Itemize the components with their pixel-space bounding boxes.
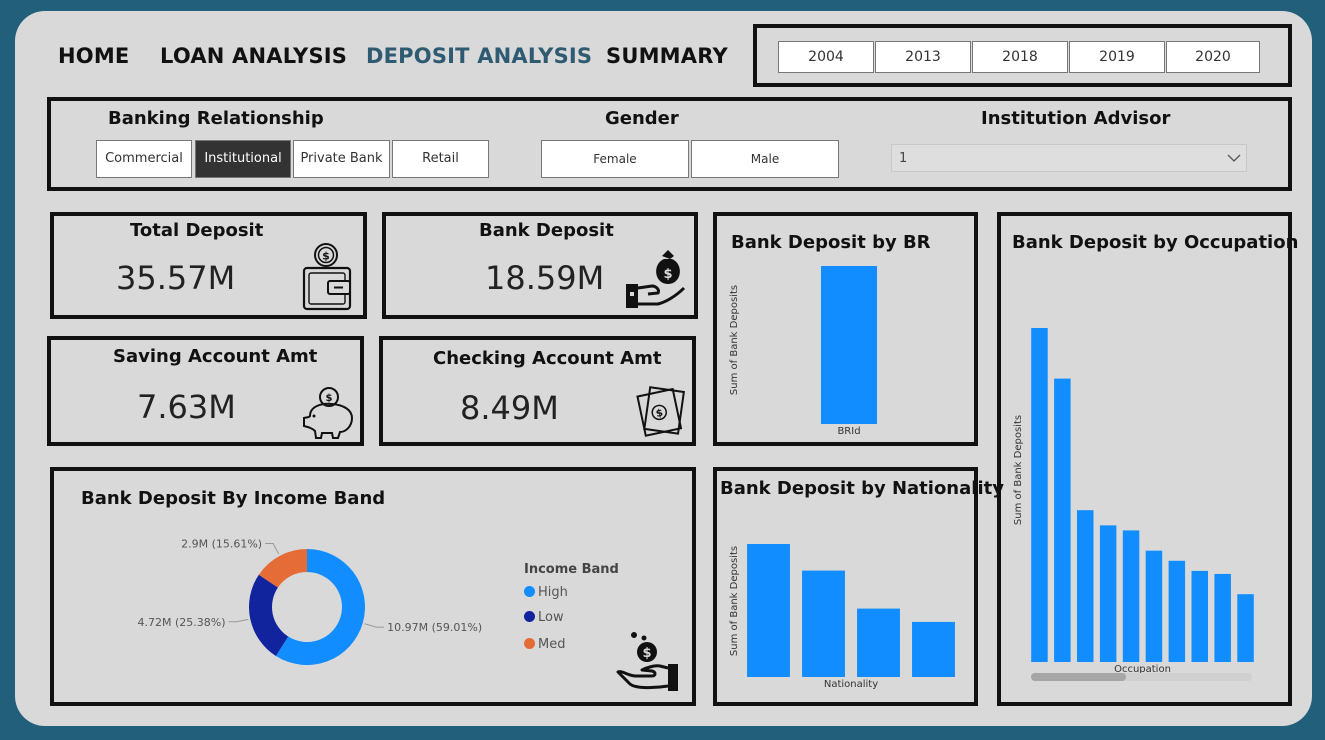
income-band-chart-title: Bank Deposit By Income Band bbox=[81, 488, 386, 509]
svg-text:$: $ bbox=[322, 250, 330, 263]
nav-home[interactable]: HOME bbox=[58, 44, 129, 68]
bar[interactable] bbox=[1145, 550, 1163, 662]
nav-deposit-analysis[interactable]: DEPOSIT ANALYSIS bbox=[366, 44, 592, 68]
income-band-donut: 10.97M (59.01%) 4.72M (25.38%) 2.9M (15.61… bbox=[138, 537, 482, 665]
kpi-bank-deposit-title: Bank Deposit bbox=[479, 220, 614, 241]
institution-advisor-title: Institution Advisor bbox=[981, 108, 1171, 129]
nav-loan-analysis[interactable]: LOAN ANALYSIS bbox=[160, 44, 347, 68]
chip-institutional[interactable]: Institutional bbox=[195, 140, 291, 178]
bar[interactable] bbox=[857, 608, 900, 677]
advisor-dropdown-value: 1 bbox=[899, 151, 908, 166]
legend-label-high: High bbox=[538, 585, 568, 600]
leader-line bbox=[265, 542, 280, 555]
br-chart-title: Bank Deposit by BR bbox=[731, 232, 931, 253]
bar[interactable] bbox=[1168, 560, 1186, 662]
cash-bills-icon: $ bbox=[636, 386, 685, 437]
year-button-2013[interactable]: 2013 bbox=[875, 41, 971, 73]
legend-item-high[interactable]: High bbox=[524, 585, 568, 600]
chevron-down-icon bbox=[1227, 154, 1241, 162]
bar[interactable] bbox=[747, 544, 790, 677]
chip-commercial[interactable]: Commercial bbox=[96, 140, 192, 178]
income-band-legend-title: Income Band bbox=[524, 562, 619, 577]
donut-label-med: 2.9M (15.61%) bbox=[181, 537, 262, 550]
nav-summary[interactable]: SUMMARY bbox=[606, 44, 728, 68]
bar[interactable] bbox=[802, 570, 845, 677]
nationality-chart-title: Bank Deposit by Nationality bbox=[720, 478, 1004, 499]
money-bag-hand-icon: $ bbox=[626, 250, 686, 308]
donut-label-low: 4.72M (25.38%) bbox=[138, 616, 226, 629]
bar[interactable] bbox=[1054, 378, 1071, 662]
kpi-checking-value: 8.49M bbox=[460, 389, 559, 427]
x-axis-label: BRId bbox=[837, 426, 860, 437]
bar[interactable] bbox=[912, 621, 955, 677]
year-button-2004[interactable]: 2004 bbox=[778, 41, 874, 73]
x-axis-label: Nationality bbox=[824, 679, 878, 690]
y-axis-label: Sum of Bank Deposits bbox=[729, 546, 740, 656]
kpi-bank-deposit-value: 18.59M bbox=[485, 259, 605, 297]
occupation-chart-title: Bank Deposit by Occupation bbox=[1012, 232, 1299, 253]
donut-label-high: 10.97M (59.01%) bbox=[387, 621, 482, 634]
svg-text:$: $ bbox=[655, 408, 664, 420]
coins-hand-icon: $ bbox=[616, 632, 678, 691]
banking-relationship-title: Banking Relationship bbox=[108, 108, 324, 129]
nationality-chart: Nationality Sum of Bank Deposits bbox=[729, 544, 955, 690]
year-button-2018[interactable]: 2018 bbox=[972, 41, 1068, 73]
bar[interactable] bbox=[1031, 328, 1048, 662]
kpi-total-deposit-title: Total Deposit bbox=[130, 220, 264, 241]
bar[interactable] bbox=[1237, 594, 1254, 662]
chip-male[interactable]: Male bbox=[691, 140, 839, 178]
legend-dot-low bbox=[524, 611, 535, 622]
kpi-saving-value: 7.63M bbox=[137, 388, 236, 426]
donut-slice-low[interactable] bbox=[249, 574, 289, 656]
piggy-bank-icon: $ bbox=[303, 387, 354, 439]
leader-line bbox=[364, 623, 385, 628]
scrollbar-thumb[interactable] bbox=[1031, 673, 1126, 681]
leader-line bbox=[228, 618, 249, 623]
year-button-2019[interactable]: 2019 bbox=[1069, 41, 1165, 73]
bar[interactable] bbox=[1191, 570, 1208, 662]
kpi-saving-title: Saving Account Amt bbox=[113, 346, 318, 367]
chip-female[interactable]: Female bbox=[541, 140, 689, 178]
bar[interactable] bbox=[821, 266, 877, 424]
occupation-chart: OccupationSum of Bank Deposits bbox=[1013, 328, 1254, 681]
y-axis-label: Sum of Bank Deposits bbox=[1013, 415, 1024, 525]
legend-label-med: Med bbox=[538, 637, 566, 652]
bar[interactable] bbox=[1214, 573, 1231, 662]
legend-item-med[interactable]: Med bbox=[524, 637, 565, 652]
bar[interactable] bbox=[1077, 510, 1094, 662]
legend-dot-med bbox=[524, 638, 535, 649]
advisor-dropdown[interactable]: 1 bbox=[891, 144, 1247, 172]
chip-retail[interactable]: Retail bbox=[392, 140, 489, 178]
legend-item-low[interactable]: Low bbox=[524, 610, 564, 625]
svg-text:$: $ bbox=[663, 267, 672, 282]
kpi-checking-title: Checking Account Amt bbox=[433, 348, 662, 369]
kpi-total-deposit-value: 35.57M bbox=[116, 259, 236, 297]
legend-dot-high bbox=[524, 586, 535, 597]
svg-text:$: $ bbox=[326, 393, 333, 404]
chip-private-bank[interactable]: Private Bank bbox=[293, 140, 390, 178]
wallet-coin-icon: $ bbox=[302, 243, 352, 311]
y-axis-label: Sum of Bank Deposits bbox=[729, 285, 740, 395]
br-chart: BRId Sum of Bank Deposits bbox=[729, 266, 877, 437]
svg-text:$: $ bbox=[642, 646, 651, 661]
bar[interactable] bbox=[1122, 530, 1140, 662]
legend-label-low: Low bbox=[538, 610, 564, 625]
bar[interactable] bbox=[1099, 525, 1117, 662]
gender-title: Gender bbox=[605, 108, 679, 129]
year-button-2020[interactable]: 2020 bbox=[1166, 41, 1260, 73]
